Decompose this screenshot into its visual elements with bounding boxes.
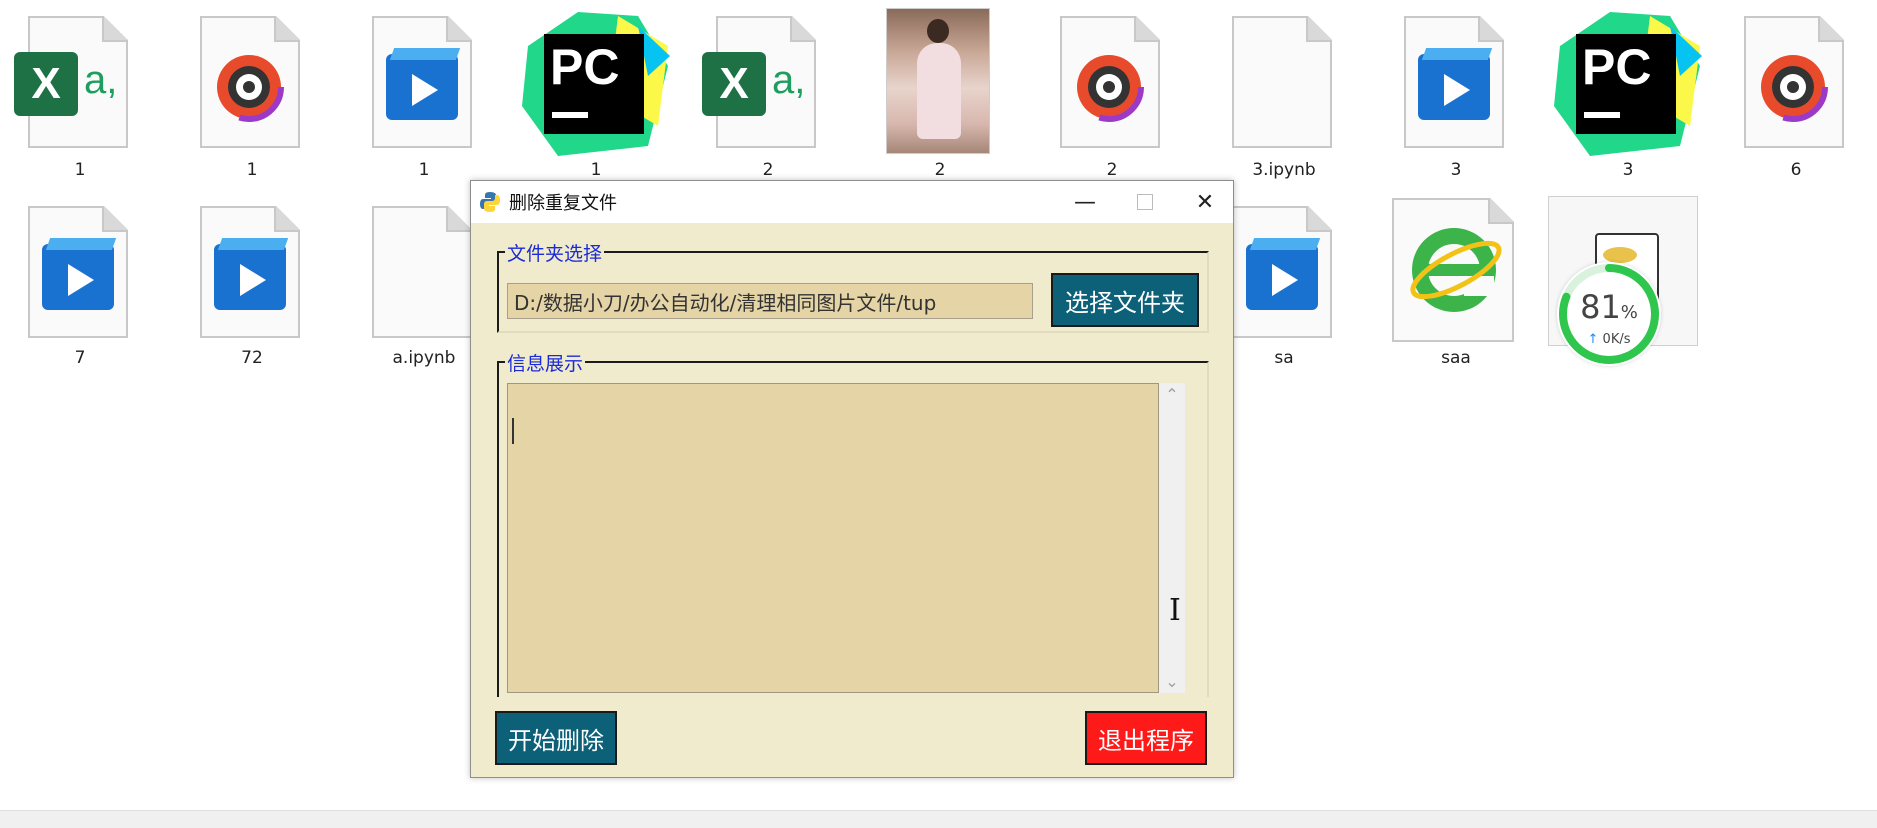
- file-label: 1: [590, 160, 602, 180]
- photo-thumbnail: [886, 8, 990, 154]
- info-display-group: 信息展示 ⌃ ⌄ I: [497, 349, 1209, 697]
- svg-text:PC: PC: [1582, 39, 1651, 95]
- info-group-label: 信息展示: [505, 349, 586, 376]
- minimize-icon: —: [1074, 189, 1096, 215]
- maximize-icon: [1137, 194, 1153, 210]
- excel-icon: X a,: [14, 16, 128, 148]
- audio-icon: [200, 16, 300, 148]
- file-audio-1[interactable]: 1: [172, 0, 332, 180]
- text-caret: [512, 418, 514, 444]
- file-audio-6[interactable]: 6: [1716, 0, 1876, 180]
- ie-icon: [1392, 198, 1514, 342]
- close-icon: ✕: [1195, 189, 1215, 215]
- select-folder-button[interactable]: 选择文件夹: [1051, 273, 1199, 327]
- file-label: 1: [246, 160, 258, 180]
- file-label: 3: [1622, 160, 1634, 180]
- file-excel-1[interactable]: X a, 1: [0, 0, 160, 180]
- folder-path-field[interactable]: D:/数据小刀/办公自动化/清理相同图片文件/tup: [507, 283, 1033, 319]
- file-label: 7: [74, 348, 86, 368]
- file-audio-2[interactable]: 2: [1032, 0, 1192, 180]
- scroll-up-icon[interactable]: ⌃: [1159, 385, 1185, 404]
- video-icon: [200, 206, 300, 338]
- folder-select-group: 文件夹选择 D:/数据小刀/办公自动化/清理相同图片文件/tup 选择文件夹: [497, 239, 1209, 333]
- exit-program-button[interactable]: 退出程序: [1085, 711, 1207, 765]
- file-ie-saa[interactable]: saa: [1376, 190, 1536, 370]
- info-scrollbar[interactable]: ⌃ ⌄: [1159, 383, 1185, 693]
- file-video-72[interactable]: 72: [172, 190, 332, 370]
- delete-duplicate-files-window: 删除重复文件 — ✕ 文件夹选择 D:/数据小刀/办公自动化/清理相同图片文件/…: [470, 180, 1234, 778]
- file-label: 1: [74, 160, 86, 180]
- file-photo-2[interactable]: 2: [860, 0, 1020, 180]
- percent-readout: 81%: [1580, 288, 1638, 326]
- file-excel-2[interactable]: X a, 2: [688, 0, 848, 180]
- python-icon: [480, 192, 500, 212]
- file-label: 2: [762, 160, 774, 180]
- svg-text:PC: PC: [550, 39, 619, 95]
- file-pycharm-1[interactable]: PC 1: [516, 0, 676, 180]
- video-icon: [1404, 16, 1504, 148]
- file-label: 3: [1450, 160, 1462, 180]
- audio-icon: [1744, 16, 1844, 148]
- file-label: 1: [418, 160, 430, 180]
- video-icon: [372, 16, 472, 148]
- blank-file-icon: [1232, 16, 1332, 148]
- start-delete-button[interactable]: 开始删除: [495, 711, 617, 765]
- pycharm-icon: PC: [1554, 12, 1702, 156]
- window-title: 删除重复文件: [509, 193, 617, 214]
- title-bar[interactable]: 删除重复文件 — ✕: [471, 181, 1233, 223]
- file-pycharm-3[interactable]: PC 3: [1548, 0, 1708, 180]
- ibeam-cursor-icon: I: [1169, 593, 1181, 628]
- file-label: saa: [1441, 348, 1471, 368]
- excel-icon: X a,: [702, 16, 816, 148]
- upload-arrow-icon: ↑: [1587, 332, 1599, 347]
- info-textarea[interactable]: [507, 383, 1159, 693]
- network-speed-widget[interactable]: 81% ↑ 0K/s: [1557, 262, 1661, 366]
- audio-icon: [1060, 16, 1160, 148]
- blank-file-icon: [372, 206, 472, 338]
- file-video-7[interactable]: 7: [0, 190, 160, 370]
- folder-group-label: 文件夹选择: [505, 239, 605, 266]
- file-ipynb-3[interactable]: 3.ipynb: [1204, 0, 1364, 180]
- video-icon: [1232, 206, 1332, 338]
- close-button[interactable]: ✕: [1175, 181, 1235, 223]
- file-label: 72: [241, 348, 263, 368]
- file-label: 6: [1790, 160, 1802, 180]
- pycharm-icon: PC: [522, 12, 670, 156]
- file-video-1[interactable]: 1: [344, 0, 504, 180]
- speed-readout: ↑ 0K/s: [1587, 332, 1631, 347]
- scroll-down-icon[interactable]: ⌄: [1159, 672, 1185, 691]
- minimize-button[interactable]: —: [1055, 181, 1115, 223]
- file-label: 3.ipynb: [1252, 160, 1316, 180]
- maximize-button[interactable]: [1115, 181, 1175, 223]
- file-label: 2: [1106, 160, 1118, 180]
- file-label: 2: [934, 160, 946, 180]
- file-video-3[interactable]: 3: [1376, 0, 1536, 180]
- video-icon: [28, 206, 128, 338]
- taskbar-edge: [0, 810, 1877, 828]
